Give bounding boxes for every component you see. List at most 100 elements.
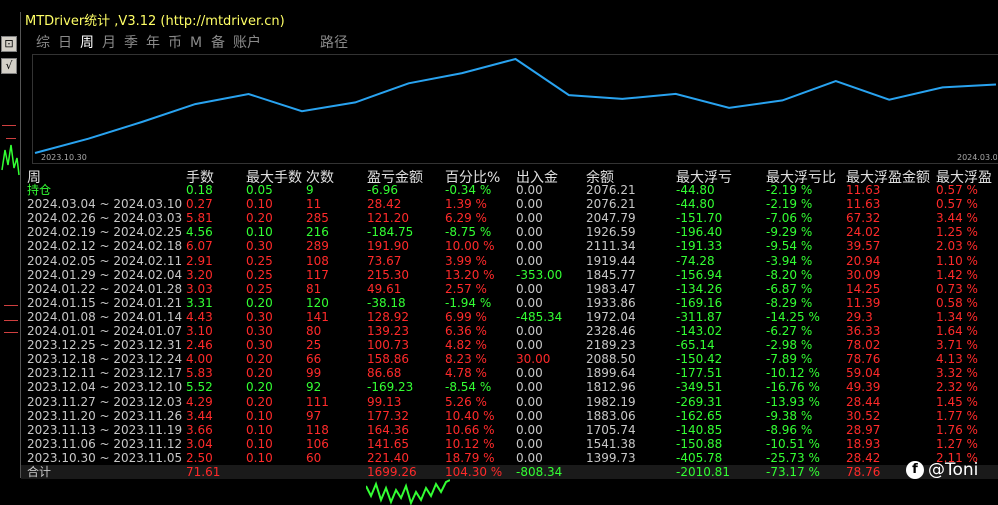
cell-max-lots: 0.10 — [246, 422, 273, 437]
table-row[interactable]: 2024.01.01 ~ 2024.01.07 3.10 0.30 80 139.23 6… — [21, 324, 998, 338]
cell-period: 合计 — [27, 465, 52, 479]
tab-day[interactable]: 日 — [58, 32, 72, 54]
cell-max-float-loss-pct: -10.12 % — [766, 366, 820, 381]
col-header-max-float-loss: 最大浮亏 — [676, 170, 732, 183]
table-row[interactable]: 2024.02.19 ~ 2024.02.25 4.56 0.10 216 -184.7… — [21, 225, 998, 239]
table-row[interactable]: 2024.01.15 ~ 2024.01.21 3.31 0.20 120 -38.18… — [21, 296, 998, 310]
cell-count: 216 — [306, 225, 329, 240]
cell-max-float-loss: -191.33 — [676, 239, 723, 254]
tab-m[interactable]: M — [190, 32, 202, 54]
cell-pct: 10.12 % — [445, 436, 495, 451]
cell-count: 66 — [306, 352, 322, 367]
cell-balance: 1812.96 — [586, 380, 636, 395]
table-row[interactable]: 2023.12.18 ~ 2023.12.24 4.00 0.20 66 158.86 8… — [21, 352, 998, 366]
cell-deposit: 0.00 — [516, 394, 543, 409]
cell-max-float-profit-pct: 1.42 % — [936, 267, 978, 282]
col-header-max-lots: 最大手数 — [246, 170, 302, 183]
table-row[interactable]: 2024.02.05 ~ 2024.02.11 2.91 0.25 108 73.67 3… — [21, 254, 998, 268]
cell-period: 2023.12.18 ~ 2023.12.24 — [27, 352, 183, 367]
table-row[interactable]: 2023.12.25 ~ 2023.12.31 2.46 0.30 25 100.73 4… — [21, 338, 998, 352]
cell-max-float-profit: 59.04 — [846, 366, 881, 381]
tab-week[interactable]: 周 — [80, 32, 94, 54]
cell-pct: 2.57 % — [445, 281, 487, 296]
table-row[interactable]: 2024.03.04 ~ 2024.03.10 0.27 0.10 11 28.42 1.… — [21, 197, 998, 211]
cell-max-float-loss: -405.78 — [676, 450, 723, 465]
cell-pnl: 28.42 — [367, 197, 402, 212]
cell-lots: 3.66 — [186, 422, 213, 437]
cell-period: 2024.01.08 ~ 2024.01.14 — [27, 309, 183, 324]
cell-max-float-loss-pct: -16.76 % — [766, 380, 820, 395]
cell-pct: 6.99 % — [445, 309, 487, 324]
tab-backup[interactable]: 备 — [211, 32, 225, 54]
cell-max-lots: 0.10 — [246, 450, 273, 465]
cell-max-float-loss-pct: -13.93 % — [766, 394, 820, 409]
cell-pnl: -38.18 — [367, 295, 406, 310]
table-row[interactable]: 2024.01.29 ~ 2024.02.04 3.20 0.25 117 215.30… — [21, 268, 998, 282]
tab-currency[interactable]: 币 — [168, 32, 182, 54]
cell-period: 2023.12.11 ~ 2023.12.17 — [27, 366, 183, 381]
cell-max-float-profit-pct: 1.34 % — [936, 309, 978, 324]
tab-summary[interactable]: 综 — [36, 32, 50, 54]
toggle-button[interactable]: ⊡ — [1, 36, 17, 52]
cell-deposit: 0.00 — [516, 253, 543, 268]
table-row[interactable]: 2024.01.08 ~ 2024.01.14 4.43 0.30 141 128.92… — [21, 310, 998, 324]
cell-lots: 5.52 — [186, 380, 213, 395]
tab-year[interactable]: 年 — [146, 32, 160, 54]
cell-pnl: 73.67 — [367, 253, 402, 268]
table-row[interactable]: 2024.02.12 ~ 2024.02.18 6.07 0.30 289 191.90… — [21, 239, 998, 253]
cell-max-float-profit: 24.02 — [846, 225, 881, 240]
cell-max-float-profit-pct: 1.27 % — [936, 436, 978, 451]
cell-max-float-loss-pct: -8.20 % — [766, 267, 813, 282]
cell-period: 2024.03.04 ~ 2024.03.10 — [27, 197, 183, 212]
table-row[interactable]: 2023.12.04 ~ 2023.12.10 5.52 0.20 92 -169.23… — [21, 380, 998, 394]
cell-max-lots: 0.20 — [246, 380, 273, 395]
table-row[interactable]: 2023.12.11 ~ 2023.12.17 5.83 0.20 99 86.68 4.… — [21, 366, 998, 380]
cell-period: 2024.01.01 ~ 2024.01.07 — [27, 324, 183, 338]
cell-deposit: 0.00 — [516, 422, 543, 437]
cell-max-float-profit: 30.09 — [846, 267, 881, 282]
cell-balance: 1972.04 — [586, 309, 636, 324]
cell-max-float-loss: -196.40 — [676, 225, 723, 240]
cell-max-lots: 0.10 — [246, 225, 273, 240]
cell-lots: 3.31 — [186, 295, 213, 310]
facebook-icon: f — [906, 461, 924, 479]
tab-account[interactable]: 账户 — [233, 32, 261, 54]
cell-max-float-loss: -74.28 — [676, 253, 715, 268]
table-row[interactable]: 2024.02.26 ~ 2024.03.03 5.81 0.20 285 121.20… — [21, 211, 998, 225]
table-row[interactable]: 2023.11.06 ~ 2023.11.12 3.04 0.10 106 141.65… — [21, 437, 998, 451]
cell-max-float-profit-pct: 3.32 % — [936, 366, 978, 381]
tab-path[interactable]: 路径 — [320, 32, 348, 54]
cell-max-float-loss-pct: -7.06 % — [766, 211, 813, 226]
cell-balance: 2328.46 — [586, 324, 636, 338]
cell-balance: 1919.44 — [586, 253, 636, 268]
cell-max-float-loss: -177.51 — [676, 366, 723, 381]
table-row[interactable]: 2023.11.13 ~ 2023.11.19 3.66 0.10 118 164.36… — [21, 423, 998, 437]
cell-period: 2024.02.26 ~ 2024.03.03 — [27, 211, 183, 226]
table-row[interactable]: 持仓 0.18 0.05 9 -6.96 -0.34 % 0.00 2076.21 -44.80… — [21, 183, 998, 197]
table-row[interactable]: 合计 71.61 1699.26 104.30 % -808.34 -2010.81 -73… — [21, 465, 998, 479]
cell-max-float-profit: 11.63 — [846, 197, 881, 212]
stats-window: MTDriver统计 ,V3.12 (http://mtdriver.cn) 综… — [20, 12, 998, 479]
tab-bar: 综 日 周 月 季 年 币 M 备 账户 路径 — [21, 32, 998, 54]
cell-max-float-profit-pct: 0.58 % — [936, 295, 978, 310]
table-row[interactable]: 2024.01.22 ~ 2024.01.28 3.03 0.25 81 49.61 2.… — [21, 282, 998, 296]
cell-period: 2023.11.27 ~ 2023.12.03 — [27, 394, 183, 409]
cell-max-float-loss-pct: -2.19 % — [766, 183, 813, 197]
tab-month[interactable]: 月 — [102, 32, 116, 54]
table-row[interactable]: 2023.11.27 ~ 2023.12.03 4.29 0.20 111 99.13 5… — [21, 395, 998, 409]
cell-pct: 10.66 % — [445, 422, 495, 437]
price-line — [4, 332, 18, 333]
cell-deposit: 0.00 — [516, 197, 543, 212]
table-row[interactable]: 2023.11.20 ~ 2023.11.26 3.44 0.10 97 177.32 1… — [21, 409, 998, 423]
cell-max-float-profit: 11.63 — [846, 183, 881, 197]
cell-pnl: 49.61 — [367, 281, 402, 296]
cell-max-float-profit-pct: 4.13 % — [936, 352, 978, 367]
cell-balance: 2111.34 — [586, 239, 636, 254]
cell-count: 60 — [306, 450, 322, 465]
check-button[interactable]: √ — [1, 58, 17, 74]
tab-quarter[interactable]: 季 — [124, 32, 138, 54]
cell-max-float-profit: 28.44 — [846, 394, 881, 409]
table-row[interactable]: 2023.10.30 ~ 2023.11.05 2.50 0.10 60 221.40 1… — [21, 451, 998, 465]
cell-balance: 1983.47 — [586, 281, 636, 296]
cell-pnl: 99.13 — [367, 394, 402, 409]
